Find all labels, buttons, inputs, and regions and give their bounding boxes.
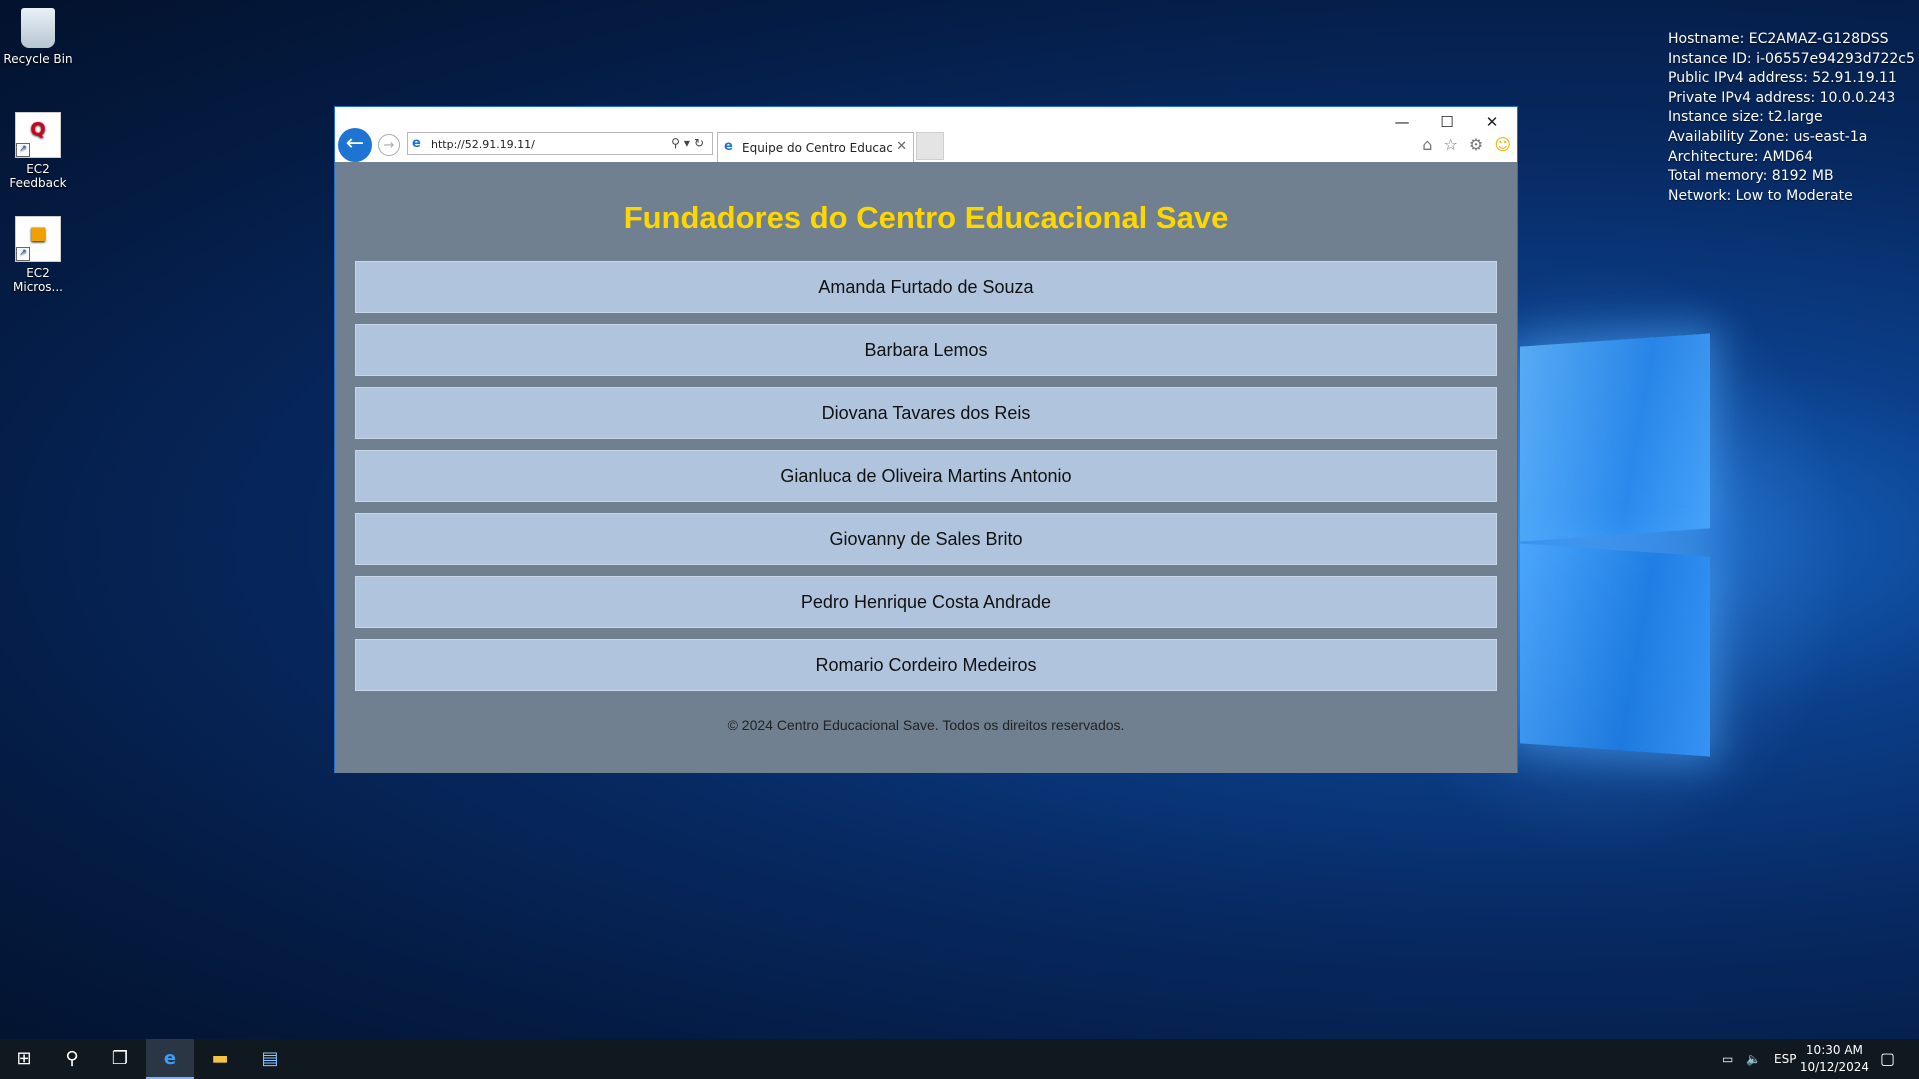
- close-button[interactable]: ✕: [1472, 111, 1512, 133]
- start-button[interactable]: ⊞: [0, 1039, 48, 1079]
- browser-toolbar-right: ⌂ ☆ ⚙ ☺: [1416, 135, 1511, 154]
- language-indicator[interactable]: ESP: [1774, 1039, 1796, 1079]
- settings-gear-icon[interactable]: ⚙: [1469, 135, 1483, 154]
- taskbar-server-manager[interactable]: ▤: [246, 1039, 294, 1079]
- desktop-icon-label-line1: EC2: [26, 162, 50, 176]
- folder-icon: ▬: [211, 1048, 229, 1069]
- feedback-smiley-icon[interactable]: ☺: [1494, 135, 1511, 154]
- minimize-button[interactable]: —: [1382, 111, 1422, 133]
- founder-item: Pedro Henrique Costa Andrade: [355, 576, 1497, 628]
- founder-item: Amanda Furtado de Souza: [355, 261, 1497, 313]
- desktop-icon-label-line1: EC2: [26, 266, 50, 280]
- ie-tab-icon: e: [724, 139, 733, 154]
- sysinfo-network: Network: Low to Moderate: [1668, 187, 1853, 204]
- founder-item: Barbara Lemos: [355, 324, 1497, 376]
- sysinfo-instance-size: Instance size: t2.large: [1668, 109, 1823, 126]
- system-info-overlay: Hostname: EC2AMAZ-G128DSS Instance ID: i…: [1668, 30, 1915, 206]
- recycle-bin-icon: [21, 8, 55, 48]
- favorites-star-icon[interactable]: ☆: [1443, 135, 1457, 154]
- tab-close-icon[interactable]: ✕: [896, 139, 907, 154]
- founder-item: Giovanny de Sales Brito: [355, 513, 1497, 565]
- windows-start-icon: ⊞: [16, 1048, 32, 1069]
- search-icon[interactable]: ⚲: [671, 136, 684, 150]
- new-tab-button[interactable]: [916, 132, 944, 160]
- desktop-icon-label: Recycle Bin: [3, 52, 73, 66]
- address-url[interactable]: http://52.91.19.11/: [431, 138, 535, 151]
- windows-wallpaper-logo: [1520, 333, 1710, 760]
- back-button[interactable]: ←: [338, 128, 372, 162]
- taskbar-internet-explorer[interactable]: e: [146, 1039, 194, 1079]
- dropdown-icon[interactable]: ▾: [684, 136, 694, 150]
- volume-muted-icon[interactable]: 🔈: [1746, 1039, 1761, 1079]
- task-view-button[interactable]: ❐: [96, 1039, 144, 1079]
- taskbar: ⊞ ⚲ ❐ e ▬ ▤ ▭ 🔈 ESP 10:30 AM 10/12/2024 …: [0, 1039, 1919, 1079]
- page-title: Fundadores do Centro Educacional Save: [623, 200, 1229, 235]
- notifications-icon[interactable]: ▢: [1880, 1039, 1895, 1079]
- browser-window: — ☐ ✕ ← → e http://52.91.19.11/ ⚲▾↻ e Eq…: [334, 106, 1518, 773]
- sysinfo-architecture: Architecture: AMD64: [1668, 148, 1814, 165]
- desktop-icon-ec2-feedback[interactable]: Q ↗ EC2 Feedback: [0, 112, 76, 190]
- founders-list: Amanda Furtado de Souza Barbara Lemos Di…: [355, 261, 1497, 702]
- maximize-button[interactable]: ☐: [1427, 111, 1467, 133]
- feedback-icon: Q ↗: [15, 112, 61, 158]
- sysinfo-hostname: Hostname: EC2AMAZ-G128DSS: [1668, 31, 1889, 47]
- desktop-icon-label-line2: Micros...: [13, 280, 63, 294]
- home-icon[interactable]: ⌂: [1422, 135, 1432, 154]
- sysinfo-instance-id: Instance ID: i-06557e94293d722c5: [1668, 50, 1915, 67]
- page-content: Fundadores do Centro Educacional Save Am…: [335, 162, 1517, 773]
- search-button[interactable]: ⚲: [48, 1039, 96, 1079]
- forward-arrow-icon: →: [383, 138, 395, 153]
- forward-button[interactable]: →: [378, 134, 400, 156]
- browser-chrome: — ☐ ✕ ← → e http://52.91.19.11/ ⚲▾↻ e Eq…: [335, 107, 1517, 162]
- server-manager-icon: ▤: [261, 1048, 279, 1069]
- internet-explorer-icon: e: [163, 1048, 177, 1069]
- founder-item: Romario Cordeiro Medeiros: [355, 639, 1497, 691]
- sysinfo-private-ip: Private IPv4 address: 10.0.0.243: [1668, 89, 1896, 106]
- taskbar-clock[interactable]: 10:30 AM 10/12/2024: [1800, 1042, 1869, 1076]
- task-view-icon: ❐: [111, 1048, 129, 1069]
- browser-tab[interactable]: e Equipe do Centro Educacio... ✕: [717, 132, 914, 162]
- founder-item: Diovana Tavares dos Reis: [355, 387, 1497, 439]
- package-icon: ■ ↗: [15, 216, 61, 262]
- founder-item: Gianluca de Oliveira Martins Antonio: [355, 450, 1497, 502]
- sysinfo-memory: Total memory: 8192 MB: [1668, 168, 1834, 185]
- sysinfo-availability-zone: Availability Zone: us-east-1a: [1668, 128, 1868, 145]
- back-arrow-icon: ←: [345, 131, 365, 156]
- address-tools: ⚲▾↻: [671, 136, 708, 150]
- clock-date: 10/12/2024: [1799, 1060, 1869, 1074]
- address-bar[interactable]: e http://52.91.19.11/ ⚲▾↻: [407, 132, 713, 155]
- page-footer: © 2024 Centro Educacional Save. Todos os…: [727, 717, 1125, 733]
- clock-time: 10:30 AM: [1805, 1043, 1863, 1057]
- ie-page-icon: e: [412, 136, 421, 151]
- desktop-icon-recycle-bin[interactable]: Recycle Bin: [0, 8, 76, 66]
- network-icon[interactable]: ▭: [1722, 1039, 1733, 1079]
- taskbar-file-explorer[interactable]: ▬: [196, 1039, 244, 1079]
- refresh-icon[interactable]: ↻: [694, 136, 708, 150]
- search-icon: ⚲: [65, 1048, 79, 1069]
- desktop-icon-ec2-micros[interactable]: ■ ↗ EC2 Micros...: [0, 216, 76, 294]
- desktop-icon-label-line2: Feedback: [9, 176, 67, 190]
- tab-title: Equipe do Centro Educacio...: [742, 141, 892, 155]
- sysinfo-public-ip: Public IPv4 address: 52.91.19.11: [1668, 70, 1897, 87]
